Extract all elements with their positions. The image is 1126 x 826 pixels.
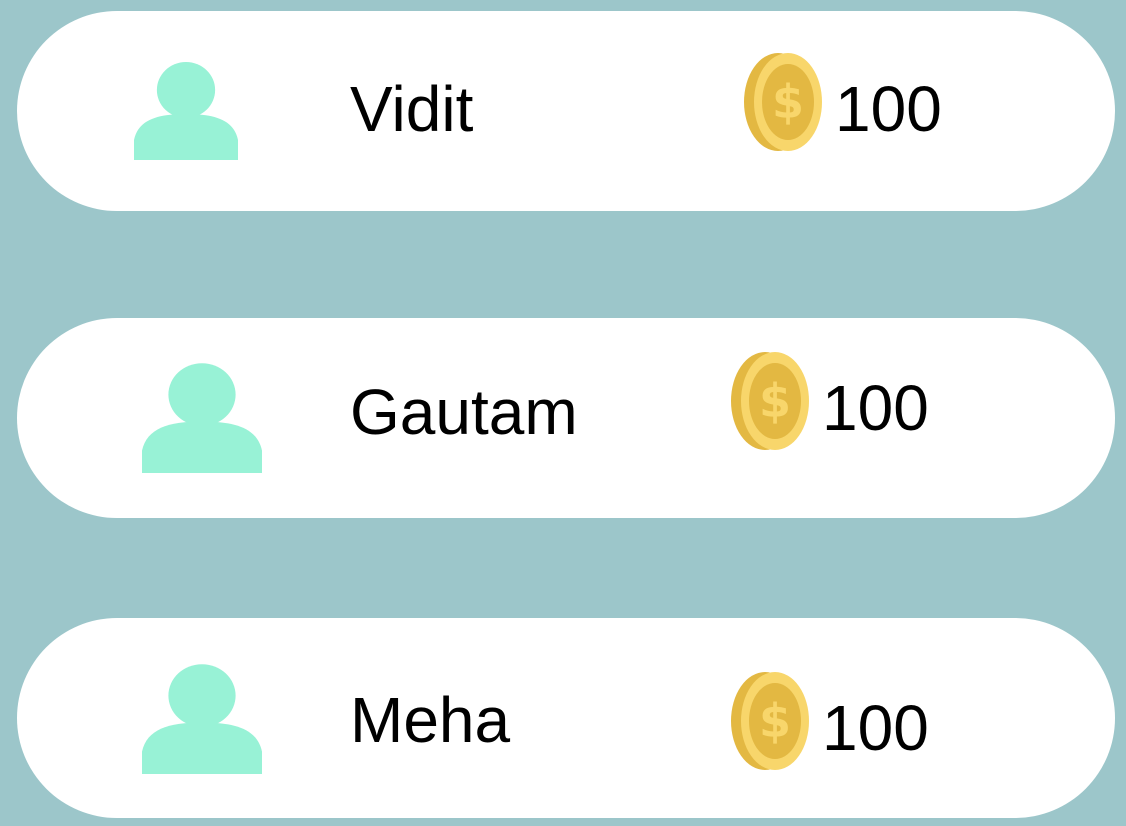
coin-amount: 100 <box>835 73 942 145</box>
player-card-meha[interactable]: Meha $ 100 <box>17 618 1115 818</box>
dollar-coin-icon: $ <box>729 350 811 452</box>
dollar-coin-icon: $ <box>729 670 811 772</box>
user-icon <box>142 361 262 473</box>
svg-text:$: $ <box>759 374 791 428</box>
svg-text:$: $ <box>759 694 791 748</box>
user-icon <box>142 662 262 774</box>
player-name: Gautam <box>350 376 578 448</box>
svg-text:$: $ <box>772 75 804 129</box>
user-icon <box>134 60 238 160</box>
player-name: Vidit <box>350 73 474 145</box>
coin-amount: 100 <box>822 372 929 444</box>
dollar-coin-icon: $ <box>742 51 824 153</box>
player-name: Meha <box>350 684 511 756</box>
player-card-gautam[interactable]: Gautam $ 100 <box>17 318 1115 518</box>
coin-amount: 100 <box>822 692 929 764</box>
player-card-vidit[interactable]: Vidit $ 100 <box>17 11 1115 211</box>
